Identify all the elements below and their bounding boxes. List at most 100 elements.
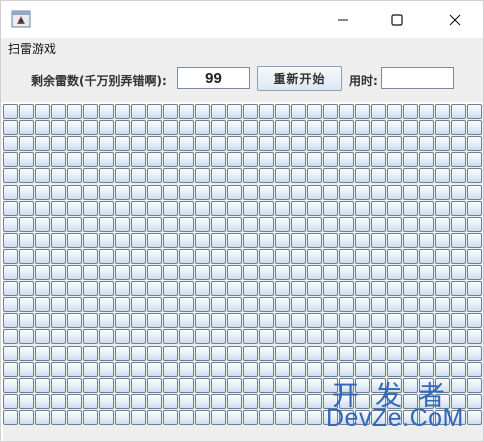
mine-cell[interactable] [323, 104, 338, 119]
mine-cell[interactable] [163, 313, 178, 328]
mine-cell[interactable] [419, 329, 434, 344]
mine-cell[interactable] [307, 233, 322, 248]
mine-cell[interactable] [115, 378, 130, 393]
mine-cell[interactable] [403, 281, 418, 296]
mine-cell[interactable] [131, 201, 146, 216]
mine-cell[interactable] [227, 249, 242, 264]
mine-cell[interactable] [3, 233, 18, 248]
mine-cell[interactable] [147, 329, 162, 344]
mine-cell[interactable] [195, 152, 210, 167]
mine-cell[interactable] [371, 120, 386, 135]
mine-cell[interactable] [3, 281, 18, 296]
mine-cell[interactable] [147, 313, 162, 328]
mine-cell[interactable] [259, 313, 274, 328]
mine-cell[interactable] [259, 378, 274, 393]
mine-cell[interactable] [435, 152, 450, 167]
mine-cell[interactable] [291, 297, 306, 312]
mine-cell[interactable] [227, 168, 242, 183]
mine-cell[interactable] [467, 394, 482, 409]
mine-cell[interactable] [243, 281, 258, 296]
mine-cell[interactable] [195, 329, 210, 344]
mine-cell[interactable] [243, 378, 258, 393]
mine-cell[interactable] [291, 217, 306, 232]
mine-cell[interactable] [99, 281, 114, 296]
mine-cell[interactable] [291, 120, 306, 135]
mine-cell[interactable] [451, 185, 466, 200]
mine-cell[interactable] [195, 346, 210, 361]
mine-cell[interactable] [355, 394, 370, 409]
mine-cell[interactable] [35, 265, 50, 280]
mine-cell[interactable] [355, 201, 370, 216]
mine-cell[interactable] [387, 249, 402, 264]
mine-cell[interactable] [3, 249, 18, 264]
mine-cell[interactable] [307, 104, 322, 119]
mine-cell[interactable] [259, 265, 274, 280]
mine-cell[interactable] [291, 152, 306, 167]
mine-cell[interactable] [99, 378, 114, 393]
mine-cell[interactable] [35, 313, 50, 328]
mine-cell[interactable] [163, 378, 178, 393]
mine-cell[interactable] [195, 217, 210, 232]
mine-cell[interactable] [147, 104, 162, 119]
mine-cell[interactable] [259, 120, 274, 135]
mine-cell[interactable] [163, 329, 178, 344]
mine-cell[interactable] [83, 152, 98, 167]
mine-cell[interactable] [195, 136, 210, 151]
mine-cell[interactable] [51, 233, 66, 248]
mine-cell[interactable] [467, 265, 482, 280]
mine-cell[interactable] [147, 152, 162, 167]
mine-cell[interactable] [51, 394, 66, 409]
mine-cell[interactable] [339, 378, 354, 393]
mine-cell[interactable] [163, 136, 178, 151]
mine-cell[interactable] [291, 185, 306, 200]
mine-cell[interactable] [147, 249, 162, 264]
mine-cell[interactable] [179, 346, 194, 361]
mine-cell[interactable] [387, 233, 402, 248]
mine-cell[interactable] [115, 217, 130, 232]
mine-cell[interactable] [403, 329, 418, 344]
mine-cell[interactable] [435, 233, 450, 248]
mine-cell[interactable] [451, 233, 466, 248]
mine-cell[interactable] [323, 217, 338, 232]
mine-cell[interactable] [275, 378, 290, 393]
mine-cell[interactable] [323, 249, 338, 264]
mine-cell[interactable] [67, 136, 82, 151]
mine-cell[interactable] [227, 313, 242, 328]
mine-cell[interactable] [419, 394, 434, 409]
mine-cell[interactable] [99, 346, 114, 361]
mine-cell[interactable] [211, 362, 226, 377]
mine-cell[interactable] [227, 217, 242, 232]
mine-cell[interactable] [67, 249, 82, 264]
mine-cell[interactable] [35, 168, 50, 183]
mine-cell[interactable] [403, 152, 418, 167]
mine-cell[interactable] [83, 394, 98, 409]
mine-cell[interactable] [51, 136, 66, 151]
mine-cell[interactable] [99, 152, 114, 167]
mine-cell[interactable] [419, 185, 434, 200]
mine-cell[interactable] [211, 329, 226, 344]
mine-cell[interactable] [371, 362, 386, 377]
mine-cell[interactable] [387, 297, 402, 312]
mine-cell[interactable] [131, 217, 146, 232]
mine-cell[interactable] [435, 265, 450, 280]
mine-cell[interactable] [35, 185, 50, 200]
mine-cell[interactable] [83, 313, 98, 328]
mine-cell[interactable] [67, 152, 82, 167]
mine-cell[interactable] [19, 120, 34, 135]
mine-cell[interactable] [51, 152, 66, 167]
minimize-button[interactable] [315, 1, 371, 38]
mine-cell[interactable] [259, 281, 274, 296]
mine-cell[interactable] [227, 120, 242, 135]
mine-cell[interactable] [35, 201, 50, 216]
mine-cell[interactable] [387, 201, 402, 216]
mine-cell[interactable] [163, 168, 178, 183]
mine-cell[interactable] [243, 152, 258, 167]
mine-cell[interactable] [211, 136, 226, 151]
mine-cell[interactable] [371, 168, 386, 183]
mine-cell[interactable] [307, 249, 322, 264]
mine-cell[interactable] [243, 265, 258, 280]
mine-cell[interactable] [451, 120, 466, 135]
mine-cell[interactable] [435, 297, 450, 312]
mine-cell[interactable] [115, 104, 130, 119]
mine-cell[interactable] [51, 362, 66, 377]
